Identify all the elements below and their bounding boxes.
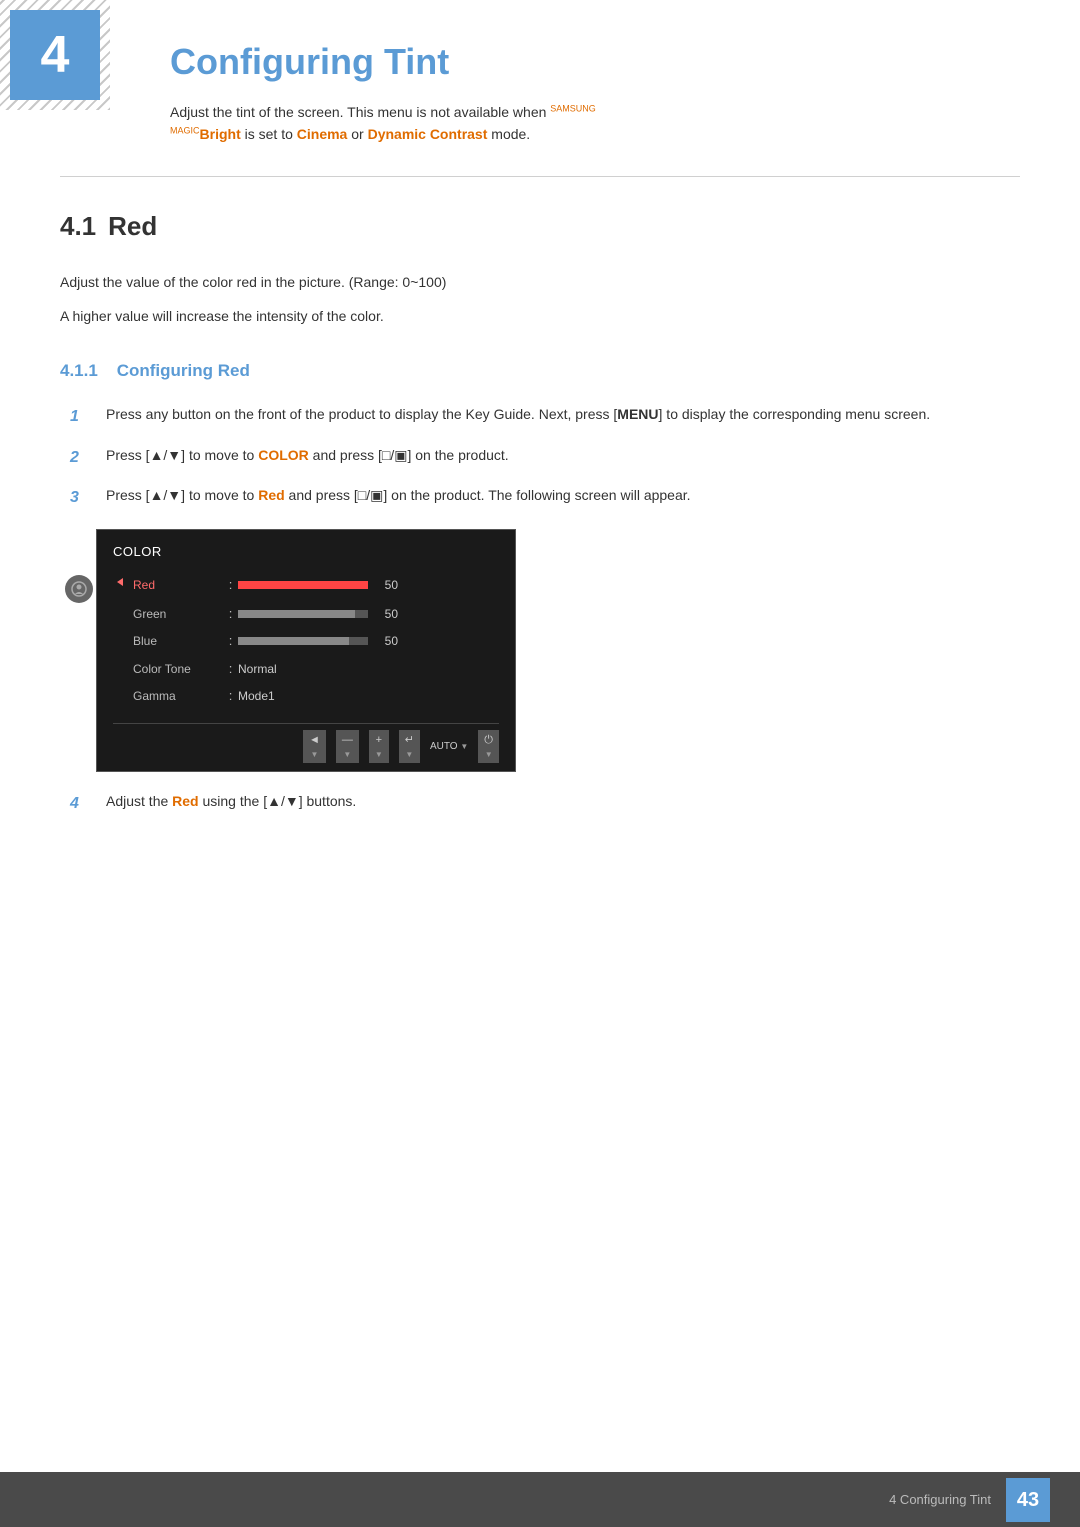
step-4-list: 4 Adjust the Red using the [▲/▼] buttons… <box>70 790 1020 817</box>
green-bar-fill <box>238 610 355 618</box>
dynamic-contrast-label: Dynamic Contrast <box>368 126 488 142</box>
colortone-row-label: Color Tone <box>133 660 223 678</box>
red-row-label: Red <box>133 576 223 594</box>
desc-text-3: or <box>347 126 367 142</box>
osd-svg <box>70 580 88 598</box>
color-row-colortone: Color Tone : Normal <box>113 656 499 682</box>
step-3: 3 Press [▲/▼] to move to Red and press [… <box>70 484 1020 511</box>
osd-icon-shape <box>65 575 93 603</box>
section-body-p1: Adjust the value of the color red in the… <box>60 271 1020 293</box>
section-name: Red <box>108 207 157 246</box>
toolbar-btn-plus: + ▼ <box>369 730 389 764</box>
step-4-text: Adjust the Red using the [▲/▼] buttons. <box>106 790 1020 812</box>
section-body: Adjust the value of the color red in the… <box>60 271 1020 328</box>
red-value: 50 <box>376 576 398 594</box>
green-bar-area: 50 <box>238 605 499 623</box>
subsection-title: 4.1.1 Configuring Red <box>60 358 1020 384</box>
step-2: 2 Press [▲/▼] to move to COLOR and press… <box>70 444 1020 471</box>
blue-value: 50 <box>376 632 398 650</box>
toolbar-btn-minus: — ▼ <box>336 730 359 764</box>
page-footer: 4 Configuring Tint 43 <box>0 1472 1080 1527</box>
toolbar-btn-enter: ↵ ▼ <box>399 730 420 764</box>
cinema-label: Cinema <box>297 126 348 142</box>
gamma-value: Mode1 <box>238 687 275 705</box>
green-value: 50 <box>376 605 398 623</box>
step-2-num: 2 <box>70 445 98 471</box>
color-menu-title: COLOR <box>113 542 499 562</box>
arrow-icon <box>113 574 129 590</box>
step-1: 1 Press any button on the front of the p… <box>70 403 1020 430</box>
section-body-p2: A higher value will increase the intensi… <box>60 305 1020 327</box>
red-highlight-step3: Red <box>258 487 284 503</box>
blue-bar-fill <box>238 637 349 645</box>
colortone-value: Normal <box>238 660 277 678</box>
step-3-num: 3 <box>70 485 98 511</box>
step-2-text: Press [▲/▼] to move to COLOR and press [… <box>106 444 1020 466</box>
red-bar-fill <box>238 581 368 589</box>
blue-bar-bg <box>238 637 368 645</box>
chapter-title-area: Configuring Tint Adjust the tint of the … <box>170 20 1020 146</box>
green-bar-bg <box>238 610 368 618</box>
step-1-text: Press any button on the front of the pro… <box>106 403 1020 425</box>
subsection-4-1-1: 4.1.1 Configuring Red 1 Press any button… <box>60 358 1020 817</box>
desc-text-4: mode. <box>487 126 530 142</box>
color-menu-toolbar: ◄ ▼ — ▼ + ▼ ↵ ▼ <box>113 723 499 764</box>
color-row-red: Red : 50 <box>113 571 499 599</box>
steps-list: 1 Press any button on the front of the p… <box>70 403 1020 511</box>
section-4-1: 4.1 Red Adjust the value of the color re… <box>60 207 1020 817</box>
step-4-num: 4 <box>70 791 98 817</box>
red-bar-area: 50 <box>238 576 499 594</box>
blue-row-label: Blue <box>133 632 223 650</box>
step-1-num: 1 <box>70 404 98 430</box>
subsection-number: 4.1.1 <box>60 361 98 380</box>
footer-text: 4 Configuring Tint <box>889 1490 991 1510</box>
color-menu-rows: Red : 50 Green <box>113 571 499 709</box>
section-title: 4.1 Red <box>60 207 1020 246</box>
blue-bar-area: 50 <box>238 632 499 650</box>
footer-page-number: 43 <box>1006 1478 1050 1522</box>
section-divider <box>60 176 1020 177</box>
toolbar-btn-left: ◄ ▼ <box>303 730 326 764</box>
color-menu: COLOR Red : <box>96 529 516 773</box>
red-highlight-step4: Red <box>172 793 198 809</box>
chapter-title: Configuring Tint <box>170 35 1020 89</box>
step-4: 4 Adjust the Red using the [▲/▼] buttons… <box>70 790 1020 817</box>
subsection-name: Configuring Red <box>117 361 250 380</box>
toolbar-btn-power: ⏻ ▼ <box>478 730 499 764</box>
desc-text-2: is set to <box>241 126 297 142</box>
osd-icon <box>65 575 93 603</box>
gamma-row-label: Gamma <box>133 687 223 705</box>
color-highlight: COLOR <box>258 447 309 463</box>
toolbar-auto: AUTO ▼ <box>430 739 468 754</box>
desc-text-1: Adjust the tint of the screen. This menu… <box>170 104 550 120</box>
red-bar-bg <box>238 581 368 589</box>
chapter-description: Adjust the tint of the screen. This menu… <box>170 101 990 146</box>
section-number: 4.1 <box>60 207 96 246</box>
color-row-blue: Blue : 50 <box>113 628 499 654</box>
step-3-text: Press [▲/▼] to move to Red and press [□/… <box>106 484 1020 506</box>
green-row-label: Green <box>133 605 223 623</box>
color-row-gamma: Gamma : Mode1 <box>113 683 499 709</box>
bright-label: Bright <box>200 126 241 142</box>
color-row-green: Green : 50 <box>113 601 499 627</box>
color-menu-container: COLOR Red : <box>96 529 516 773</box>
